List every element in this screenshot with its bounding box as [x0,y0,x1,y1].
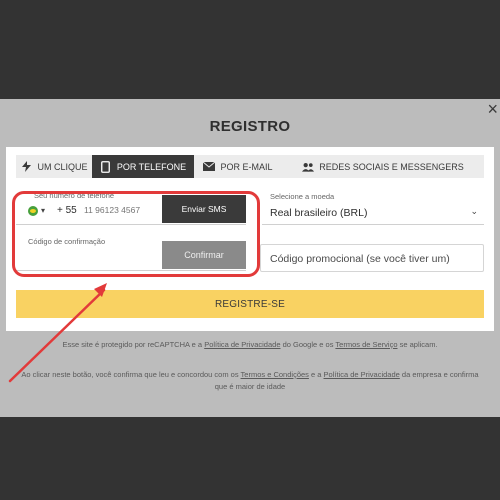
terms-of-service-link[interactable]: Termos de Serviço [335,340,397,349]
recaptcha-text: se aplicam. [397,340,438,349]
recaptcha-text: do Google e os [280,340,336,349]
promo-code-field [260,244,484,272]
privacy-policy-link[interactable]: Política de Privacidade [204,340,280,349]
chevron-down-icon[interactable]: ▾ [41,206,45,215]
chevron-down-icon: ⌄ [470,206,478,216]
currency-select[interactable]: Selecione a moeda Real brasileiro (BRL) … [262,192,484,225]
company-privacy-policy-link[interactable]: Política de Privacidade [324,370,400,379]
currency-value: Real brasileiro (BRL) [270,207,368,219]
send-sms-button[interactable]: Enviar SMS [162,195,246,223]
phone-icon [100,160,112,173]
registration-modal: × REGISTRO UM CLIQUE POR TELEFONE POR E-… [0,99,500,417]
tab-label: REDES SOCIAIS E MESSENGERS [319,161,464,172]
lightning-icon [20,161,32,173]
country-code: + 55 [57,205,77,216]
tab-social[interactable]: REDES SOCIAIS E MESSENGERS [282,155,484,178]
consent-text: e a [308,370,324,379]
envelope-icon [203,161,216,173]
confirmation-code-field: Código de confirmação Confirmar [16,237,246,271]
consent-notice: Ao clicar neste botão, você confirma que… [20,369,480,393]
confirmation-code-label: Código de confirmação [26,237,108,246]
tab-email[interactable]: POR E-MAIL [194,155,282,178]
registration-panel: UM CLIQUE POR TELEFONE POR E-MAIL REDES … [6,147,494,331]
tab-one-click[interactable]: UM CLIQUE [16,155,92,178]
recaptcha-text: Esse site é protegido por reCAPTCHA e a [62,340,205,349]
terms-and-conditions-link[interactable]: Termos e Condições [241,370,309,379]
phone-label: Seu número de telefone [32,191,117,200]
close-icon[interactable]: × [487,100,498,118]
tab-label: POR TELEFONE [116,161,187,172]
brazil-flag-icon[interactable] [28,206,38,216]
registration-tabs: UM CLIQUE POR TELEFONE POR E-MAIL REDES … [16,155,484,178]
consent-text: Ao clicar neste botão, você confirma que… [21,370,241,379]
modal-title: REGISTRO [209,118,291,135]
tab-phone[interactable]: POR TELEFONE [92,155,194,178]
users-icon [302,161,315,173]
tab-label: POR E-MAIL [220,161,273,172]
currency-label: Selecione a moeda [270,192,335,201]
tab-label: UM CLIQUE [37,161,88,172]
phone-input[interactable] [84,203,156,217]
confirm-button[interactable]: Confirmar [162,241,246,269]
confirmation-code-input[interactable] [20,253,156,267]
phone-field: Seu número de telefone ▾ + 55 Enviar SMS [16,191,246,225]
recaptcha-notice: Esse site é protegido por reCAPTCHA e a … [20,339,480,351]
register-button[interactable]: REGISTRE-SE [16,290,484,318]
promo-code-input[interactable] [270,251,475,267]
